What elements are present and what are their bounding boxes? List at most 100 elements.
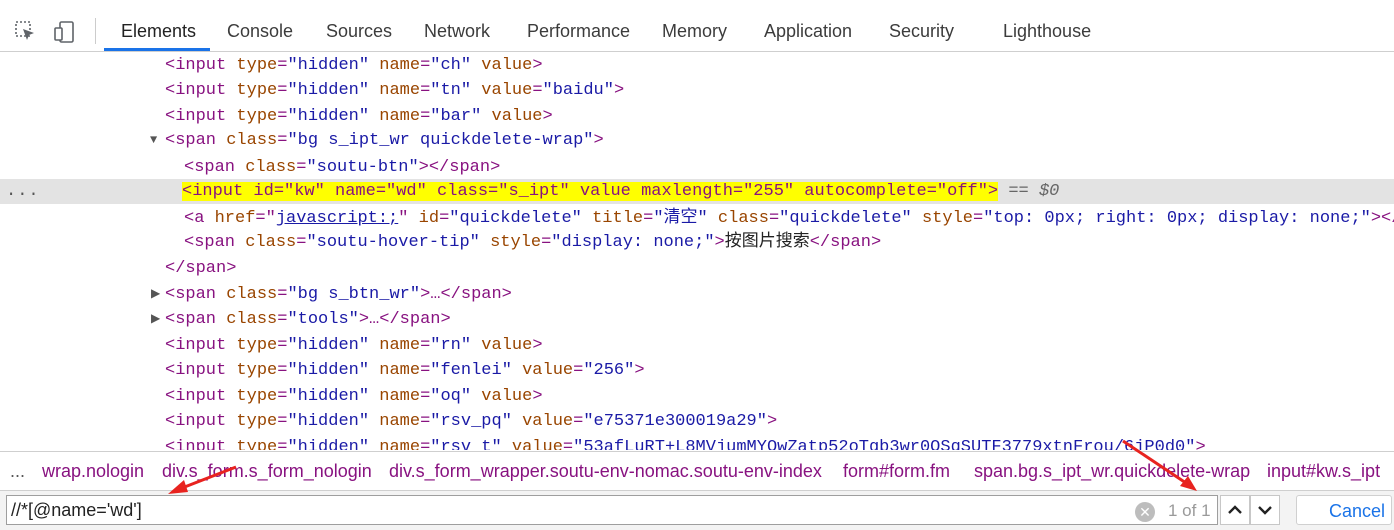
search-input[interactable]: //*[@name='wd'] bbox=[6, 495, 1218, 525]
attr-name: type bbox=[236, 438, 278, 450]
inspect-element-icon[interactable] bbox=[14, 20, 38, 44]
selected-node-text: <input id="kw" name="wd" class="s_ipt" v… bbox=[182, 182, 999, 201]
dom-node[interactable]: <input type="hidden" name="tn" value="ba… bbox=[0, 78, 1394, 103]
tag-close: >…</span> bbox=[358, 310, 451, 329]
attr-value: "256" bbox=[583, 361, 635, 380]
tag-open: <input bbox=[165, 56, 227, 75]
dom-tree: <input type="hidden" name="ch" value> <i… bbox=[0, 52, 1394, 450]
attr-value: "quickdelete" bbox=[449, 209, 582, 228]
console-ref-label: == $0 bbox=[1008, 182, 1060, 201]
attr-value: "hidden" bbox=[287, 412, 370, 431]
attr-name: type bbox=[236, 412, 278, 431]
attr-value: "quickdelete" bbox=[779, 209, 912, 228]
dom-node-selected[interactable]: ... <input id="kw" name="wd" class="s_ipt… bbox=[0, 179, 1394, 204]
tab-network[interactable]: Network bbox=[424, 10, 490, 51]
tag-open: <input bbox=[165, 81, 227, 100]
tab-performance[interactable]: Performance bbox=[527, 10, 630, 51]
dom-node[interactable]: <input type="hidden" name="fenlei" value… bbox=[0, 358, 1394, 383]
tag-close: > bbox=[766, 412, 778, 431]
breadcrumb-item[interactable]: wrap.nologin bbox=[42, 452, 144, 490]
attr-name: name bbox=[379, 438, 421, 450]
tag-open: <span bbox=[165, 310, 217, 329]
attr-name: value bbox=[522, 412, 574, 431]
dom-node[interactable]: ▼ <span class="bg s_ipt_wr quickdelete-wr… bbox=[0, 128, 1394, 153]
tag-close: > bbox=[542, 107, 553, 126]
attr-name: class bbox=[717, 209, 769, 228]
tag-close: ></span> bbox=[418, 158, 501, 177]
attr-value: "display: none;" bbox=[551, 233, 715, 252]
tag-open: <span bbox=[165, 285, 217, 304]
attr-name: type bbox=[236, 56, 278, 75]
breadcrumb-more[interactable]: ... bbox=[10, 452, 25, 490]
attr-name: name bbox=[379, 412, 421, 431]
more-options-dots[interactable]: ... bbox=[6, 179, 40, 204]
attr-name: value bbox=[511, 438, 563, 450]
href-link[interactable]: javascript:; bbox=[276, 209, 398, 228]
collapsed-triangle-icon[interactable]: ▶ bbox=[151, 282, 160, 307]
tag-open: <input bbox=[165, 387, 227, 406]
attr-value: "rn" bbox=[430, 336, 472, 355]
expanded-triangle-icon[interactable]: ▼ bbox=[150, 128, 157, 153]
tab-sources[interactable]: Sources bbox=[326, 10, 392, 51]
clear-search-icon[interactable]: ✕ bbox=[1135, 502, 1155, 522]
collapsed-triangle-icon[interactable]: ▶ bbox=[151, 307, 160, 332]
next-match-button[interactable] bbox=[1250, 495, 1280, 525]
attr-value: "hidden" bbox=[287, 81, 370, 100]
tag-close: > bbox=[532, 387, 543, 406]
tab-security[interactable]: Security bbox=[889, 10, 954, 51]
device-toolbar-icon[interactable] bbox=[53, 20, 77, 44]
breadcrumb-item[interactable]: div.s_form.s_form_nologin bbox=[162, 452, 372, 490]
tab-elements[interactable]: Elements bbox=[121, 10, 196, 51]
tag-close: > bbox=[532, 56, 543, 75]
tab-application[interactable]: Application bbox=[764, 10, 852, 51]
attr-name: style bbox=[490, 233, 542, 252]
find-bar: //*[@name='wd'] ✕ 1 of 1 Cancel bbox=[0, 490, 1394, 530]
breadcrumb-item[interactable]: span.bg.s_ipt_wr.quickdelete-wrap bbox=[974, 452, 1250, 490]
attr-name: name bbox=[379, 81, 421, 100]
dom-node[interactable]: <input type="hidden" name="ch" value> bbox=[0, 53, 1394, 78]
attr-name: class bbox=[245, 233, 297, 252]
dom-node[interactable]: <input type="hidden" name="bar" value> bbox=[0, 104, 1394, 129]
dom-node[interactable]: <input type="hidden" name="rsv_t" value=… bbox=[0, 435, 1394, 450]
attr-value: "oq" bbox=[430, 387, 472, 406]
tag-open: <input bbox=[165, 412, 227, 431]
tag-open: <input bbox=[165, 336, 227, 355]
tag-close: </span> bbox=[809, 233, 882, 252]
attr-name: name bbox=[379, 387, 421, 406]
cancel-button[interactable]: Cancel bbox=[1296, 495, 1392, 525]
dom-node[interactable]: <a href="javascript:;" id="quickdelete" … bbox=[0, 206, 1394, 231]
attr-name: title bbox=[592, 209, 644, 228]
dom-node[interactable]: <span class="soutu-btn"></span> bbox=[0, 155, 1394, 180]
tag-close: > bbox=[532, 336, 543, 355]
dom-node[interactable]: ▶ <span class="tools">…</span> bbox=[0, 307, 1394, 332]
dom-node[interactable]: <input type="hidden" name="rn" value> bbox=[0, 333, 1394, 358]
tab-memory[interactable]: Memory bbox=[662, 10, 727, 51]
active-tab-indicator bbox=[104, 48, 210, 51]
breadcrumb-item[interactable]: div.s_form_wrapper.soutu-env-nomac.soutu… bbox=[389, 452, 822, 490]
tag-open: <span bbox=[184, 233, 236, 252]
tag-close: > bbox=[593, 131, 604, 150]
attr-name: name bbox=[379, 336, 421, 355]
dom-node[interactable]: </span> bbox=[0, 256, 1394, 281]
tag-open: <input bbox=[165, 107, 227, 126]
dom-node[interactable]: <span class="soutu-hover-tip" style="dis… bbox=[0, 230, 1394, 255]
tag-open: <input bbox=[165, 361, 227, 380]
attr-value: "hidden" bbox=[287, 107, 370, 126]
tag-open: <span bbox=[184, 158, 236, 177]
tab-console[interactable]: Console bbox=[227, 10, 293, 51]
breadcrumb-item[interactable]: form#form.fm bbox=[843, 452, 950, 490]
dom-node[interactable]: <input type="hidden" name="oq" value> bbox=[0, 384, 1394, 409]
attr-value: "53afLuRT+L8MVjumMYOwZatp52oTgb3wr0OSqSU… bbox=[573, 438, 1196, 450]
attr-name: type bbox=[236, 336, 278, 355]
previous-match-button[interactable] bbox=[1220, 495, 1250, 525]
attr-value: "hidden" bbox=[287, 387, 370, 406]
attr-name: type bbox=[236, 107, 278, 126]
dom-node[interactable]: ▶ <span class="bg s_btn_wr">…</span> bbox=[0, 282, 1394, 307]
dom-node[interactable]: <input type="hidden" name="rsv_pq" value… bbox=[0, 409, 1394, 434]
attr-name: value bbox=[491, 107, 543, 126]
attr-value: "rsv_pq" bbox=[430, 412, 512, 431]
tab-lighthouse[interactable]: Lighthouse bbox=[1003, 10, 1091, 51]
attr-value: "hidden" bbox=[287, 438, 370, 450]
breadcrumb-item-current[interactable]: input#kw.s_ipt bbox=[1267, 452, 1380, 490]
tag-close: >…</span> bbox=[420, 285, 512, 304]
